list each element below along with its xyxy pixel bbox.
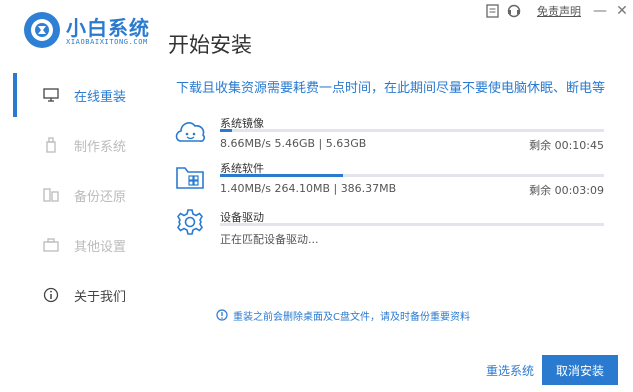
sidebar-item-label: 备份还原 — [74, 189, 127, 205]
task-row: 系统软件 1.40MB/s 264.10MB | 386.37MB 剩余 00:… — [172, 157, 606, 201]
progress-bar — [220, 223, 604, 226]
monitor-icon — [42, 86, 60, 104]
download-notice: 下载且收集资源需要耗费一点时间，在此期间尽量不要使电脑休眠、断电等 — [175, 81, 605, 96]
sidebar-item-other-settings[interactable]: 其他设置 — [0, 220, 160, 270]
gear-icon — [172, 204, 208, 240]
task-remaining: 剩余 00:03:09 — [529, 184, 604, 197]
usb-icon — [42, 136, 60, 154]
progress-bar — [220, 129, 604, 132]
sidebar-item-label: 其他设置 — [74, 239, 127, 255]
progress-bar — [220, 174, 604, 177]
disclaimer-link[interactable]: 免责声明 — [537, 3, 581, 19]
folder-apps-icon — [172, 159, 208, 195]
task-row: 设备驱动 正在匹配设备驱动... — [172, 204, 606, 248]
close-button[interactable]: ✕ — [611, 0, 633, 22]
reselect-system-link[interactable]: 重选系统 — [486, 362, 534, 379]
title-bar-controls: 免责声明 — ✕ — [481, 0, 633, 22]
sidebar-item-about-us[interactable]: 关于我们 — [0, 270, 160, 320]
sidebar-item-label: 制作系统 — [74, 139, 127, 155]
progress-fill — [220, 129, 232, 132]
page-title: 开始安装 — [168, 33, 252, 57]
sidebar: 在线重装 制作系统 备份还原 其他设置 关于我们 — [0, 70, 160, 320]
minimize-button[interactable]: — — [589, 0, 611, 22]
logo-mark — [24, 12, 60, 48]
sidebar-item-make-system[interactable]: 制作系统 — [0, 120, 160, 170]
logo-subtext: XIAOBAIXITONG.COM — [66, 38, 148, 46]
backup-warning: 重装之前会删除桌面及C盘文件，请及时备份重要资料 — [216, 306, 470, 325]
support-icon[interactable] — [503, 0, 525, 22]
progress-fill — [220, 174, 343, 177]
briefcase-icon — [42, 236, 60, 254]
logo-text: 小白系统 — [66, 16, 150, 40]
task-speed: 8.66MB/s 5.46GB | 5.63GB — [220, 137, 367, 150]
cloud-face-icon — [172, 114, 208, 150]
backup-icon — [42, 186, 60, 204]
warning-text: 重装之前会删除桌面及C盘文件，请及时备份重要资料 — [233, 312, 470, 323]
info-icon — [216, 306, 228, 325]
cancel-install-button[interactable]: 取消安装 — [542, 355, 618, 385]
sidebar-item-label: 关于我们 — [74, 289, 127, 305]
task-speed: 1.40MB/s 264.10MB | 386.37MB — [220, 182, 397, 195]
task-row: 系统镜像 8.66MB/s 5.46GB | 5.63GB 剩余 00:10:4… — [172, 112, 606, 156]
sidebar-item-online-reinstall[interactable]: 在线重装 — [0, 70, 160, 120]
sidebar-item-backup-restore[interactable]: 备份还原 — [0, 170, 160, 220]
task-remaining: 剩余 00:10:45 — [529, 139, 604, 152]
info-icon — [42, 286, 60, 304]
feedback-icon[interactable] — [481, 0, 503, 22]
task-speed: 正在匹配设备驱动... — [220, 233, 319, 246]
sidebar-item-label: 在线重装 — [74, 89, 127, 105]
